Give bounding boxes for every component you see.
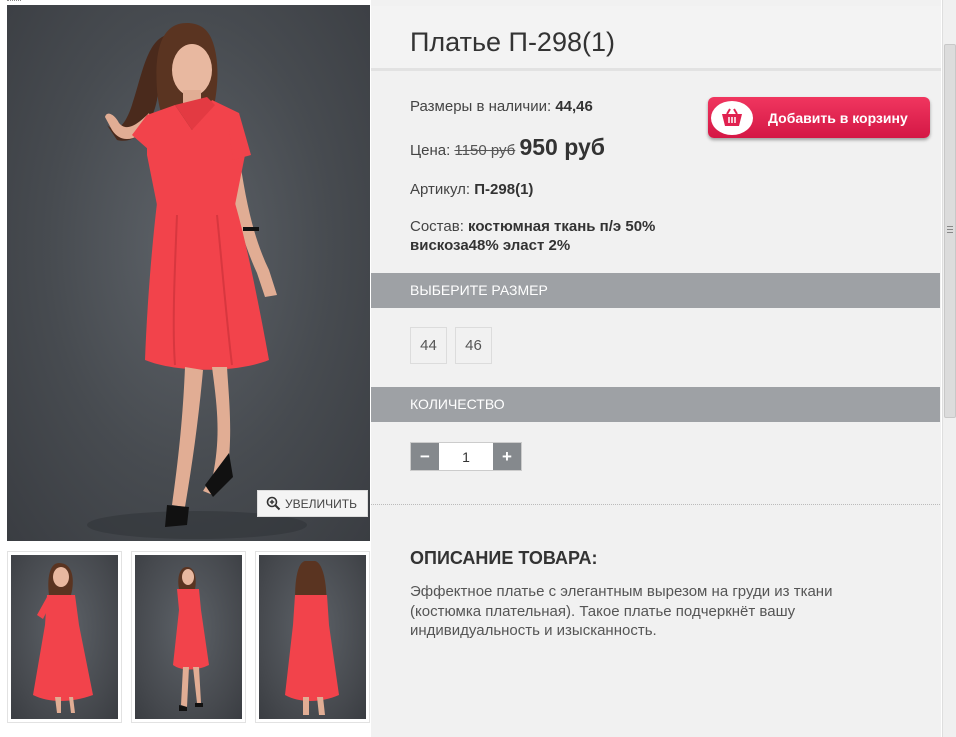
- composition-value-line2: вискоза48% эласт 2%: [410, 237, 571, 254]
- quantity-increase-button[interactable]: +: [493, 443, 521, 470]
- thumbnail-1[interactable]: [7, 551, 122, 723]
- new-price: 950 руб: [519, 134, 605, 160]
- thumbnail-2[interactable]: [131, 551, 246, 723]
- description-text: Эффектное платье с элегантным вырезом на…: [410, 583, 833, 639]
- page-scrollbar[interactable]: [942, 0, 956, 737]
- thumbnail-image-back: [259, 555, 366, 719]
- size-section-header: ВЫБЕРИТЕ РАЗМЕР: [371, 273, 940, 308]
- size-option-44[interactable]: 44: [410, 327, 447, 364]
- add-to-cart-label: Добавить в корзину: [768, 109, 908, 126]
- quantity-stepper: − +: [410, 442, 522, 471]
- composition-label: Состав:: [410, 218, 464, 235]
- thumbnail-strip: [7, 551, 370, 723]
- sizes-value: 44,46: [555, 98, 593, 115]
- old-price: 1150 руб: [454, 142, 516, 159]
- article-value: П-298(1): [474, 181, 534, 198]
- sizes-label: Размеры в наличии:: [410, 98, 552, 115]
- title-bar: Платье П-298(1): [371, 6, 941, 71]
- composition-value-line1: костюмная ткань п/э 50%: [468, 218, 656, 235]
- article-line: Артикул: П-298(1): [410, 181, 533, 198]
- article-label: Артикул:: [410, 181, 471, 198]
- size-option-46[interactable]: 46: [455, 327, 492, 364]
- thumbnail-3[interactable]: [255, 551, 370, 723]
- quantity-section-header: КОЛИЧЕСТВО: [371, 387, 940, 422]
- zoom-button[interactable]: УВЕЛИЧИТЬ: [257, 490, 368, 517]
- add-to-cart-button[interactable]: Добавить в корзину: [708, 97, 930, 138]
- model-figure-illustration: [87, 23, 307, 539]
- sizes-available-line: Размеры в наличии: 44,46: [410, 98, 593, 115]
- product-info-panel: Платье П-298(1) Размеры в наличии: 44,46…: [371, 0, 941, 737]
- thumbnail-image-front: [11, 555, 118, 719]
- magnifier-plus-icon: [266, 496, 281, 511]
- thumbnail-image-full: [135, 555, 242, 719]
- scrollbar-thumb[interactable]: [944, 44, 956, 418]
- quantity-input[interactable]: [439, 443, 493, 470]
- quantity-decrease-button[interactable]: −: [411, 443, 439, 470]
- description-heading: ОПИСАНИЕ ТОВАРА:: [410, 548, 598, 568]
- price-line: Цена: 1150 руб 950 руб: [410, 134, 605, 161]
- basket-icon: [722, 107, 742, 126]
- product-title: Платье П-298(1): [410, 27, 615, 57]
- main-product-photo[interactable]: УВЕЛИЧИТЬ: [7, 5, 370, 541]
- top-edge-mark: [7, 0, 21, 3]
- divider: [371, 504, 940, 505]
- composition-line: Состав: костюмная ткань п/э 50% вискоза4…: [410, 217, 655, 255]
- price-label: Цена:: [410, 142, 451, 159]
- zoom-button-label: УВЕЛИЧИТЬ: [285, 496, 357, 511]
- basket-icon-circle: [711, 100, 753, 135]
